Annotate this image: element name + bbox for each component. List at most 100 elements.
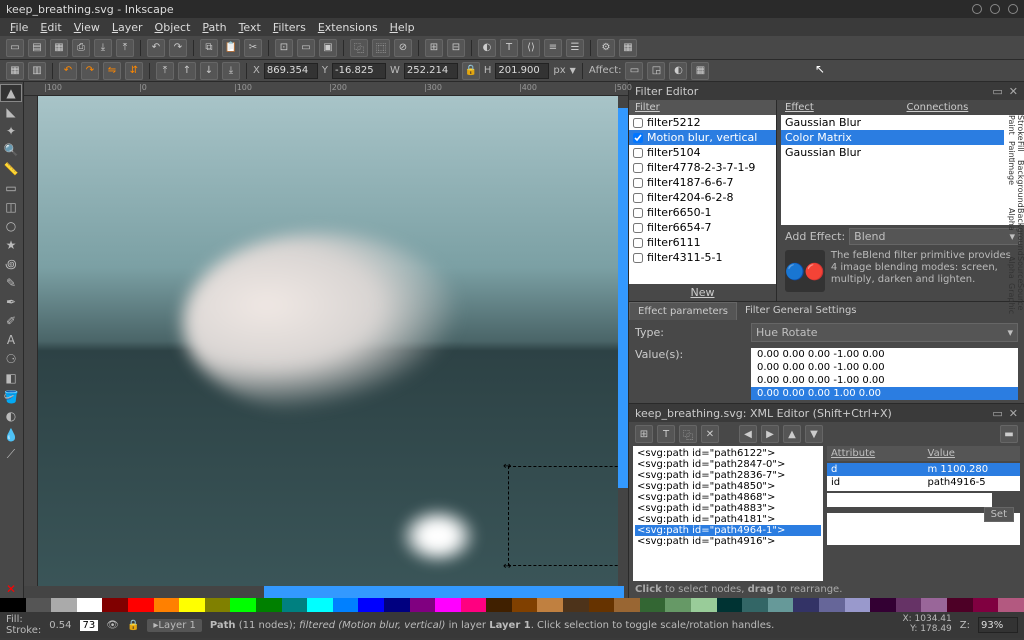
node-tool[interactable]: ◣ xyxy=(0,103,22,121)
lock-aspect-icon[interactable]: 🔒 xyxy=(462,62,480,80)
xml-indent-icon[interactable]: ▶ xyxy=(761,425,779,443)
raise-icon[interactable]: ↑ xyxy=(178,62,196,80)
box3d-tool[interactable]: ◫ xyxy=(0,198,22,216)
menu-text[interactable]: Text xyxy=(235,21,265,34)
color-palette[interactable] xyxy=(0,598,1024,612)
swatch[interactable] xyxy=(307,598,333,612)
measure-tool[interactable]: 📏 xyxy=(0,160,22,178)
group-icon[interactable]: ⊞ xyxy=(425,39,443,57)
xml-new-node-icon[interactable]: ⊞ xyxy=(635,425,653,443)
menu-path[interactable]: Path xyxy=(198,21,230,34)
raise-top-icon[interactable]: ⤒ xyxy=(156,62,174,80)
swatch[interactable] xyxy=(384,598,410,612)
rotate-ccw-icon[interactable]: ↶ xyxy=(59,62,77,80)
y-input[interactable] xyxy=(332,63,386,79)
new-file-icon[interactable]: ▭ xyxy=(6,39,24,57)
align-icon[interactable]: ≡ xyxy=(544,39,562,57)
swatch[interactable] xyxy=(77,598,103,612)
fill-tool[interactable]: 🪣 xyxy=(0,388,22,406)
affect-stroke-icon[interactable]: ▭ xyxy=(625,62,643,80)
swatch[interactable] xyxy=(410,598,436,612)
zoom-input[interactable] xyxy=(978,617,1018,633)
swatch[interactable] xyxy=(435,598,461,612)
swatch[interactable] xyxy=(896,598,922,612)
swatch[interactable] xyxy=(26,598,52,612)
export-icon[interactable]: ⤒ xyxy=(116,39,134,57)
pen-tool[interactable]: ✒ xyxy=(0,293,22,311)
cut-icon[interactable]: ✂ xyxy=(244,39,262,57)
rect-tool[interactable]: ▭ xyxy=(0,179,22,197)
copy-icon[interactable]: ⧉ xyxy=(200,39,218,57)
filter-item[interactable]: filter6111 xyxy=(629,235,776,250)
effect-list[interactable]: Gaussian BlurColor MatrixGaussian Blur S… xyxy=(781,115,1024,225)
xml-unindent-icon[interactable]: ◀ xyxy=(739,425,757,443)
set-button[interactable]: Set xyxy=(984,507,1014,522)
xml-new-text-icon[interactable]: T xyxy=(657,425,675,443)
duplicate-icon[interactable]: ⿻ xyxy=(350,39,368,57)
swatch[interactable] xyxy=(614,598,640,612)
xml-attr-delete-icon[interactable]: ▬ xyxy=(1000,425,1018,443)
menu-file[interactable]: File xyxy=(6,21,32,34)
h-input[interactable] xyxy=(495,63,549,79)
save-icon[interactable]: ▦ xyxy=(50,39,68,57)
eraser-tool[interactable]: ◧ xyxy=(0,369,22,387)
effect-item[interactable]: Gaussian Blur xyxy=(781,115,1004,130)
attr-list[interactable]: dm 1100.280idpath4916-5 xyxy=(827,463,1020,491)
rotate-cw-icon[interactable]: ↷ xyxy=(81,62,99,80)
swatch[interactable] xyxy=(768,598,794,612)
swatch[interactable] xyxy=(256,598,282,612)
vertical-scrollbar[interactable] xyxy=(618,96,628,586)
xml-min-icon[interactable]: ▭ xyxy=(992,407,1002,420)
swatch[interactable] xyxy=(589,598,615,612)
text-tool[interactable]: A xyxy=(0,331,22,349)
menu-help[interactable]: Help xyxy=(386,21,419,34)
horizontal-scrollbar[interactable] xyxy=(24,586,628,598)
connector-tool[interactable]: ⟋ xyxy=(0,445,22,463)
zoom-drawing-icon[interactable]: ▣ xyxy=(319,39,337,57)
filter-list[interactable]: filter5212Motion blur, verticalfilter510… xyxy=(629,115,776,284)
zoom-tool[interactable]: 🔍 xyxy=(0,141,22,159)
swatch[interactable] xyxy=(230,598,256,612)
xml-node[interactable]: <svg:path id="path6122"> xyxy=(635,448,821,459)
filter-item[interactable]: filter5212 xyxy=(629,115,776,130)
swatch[interactable] xyxy=(461,598,487,612)
zoom-fit-icon[interactable]: ⊡ xyxy=(275,39,293,57)
xml-up-icon[interactable]: ▲ xyxy=(783,425,801,443)
clone-icon[interactable]: ⿴ xyxy=(372,39,390,57)
w-input[interactable] xyxy=(404,63,458,79)
effect-item[interactable]: Color Matrix xyxy=(781,130,1004,145)
swatch[interactable] xyxy=(358,598,384,612)
swatch[interactable] xyxy=(717,598,743,612)
swatch[interactable] xyxy=(998,598,1024,612)
swatch[interactable] xyxy=(537,598,563,612)
xml-down-icon[interactable]: ▼ xyxy=(805,425,823,443)
lower-bottom-icon[interactable]: ⤓ xyxy=(222,62,240,80)
prefs-icon[interactable]: ⚙ xyxy=(597,39,615,57)
effect-item[interactable]: Gaussian Blur xyxy=(781,145,1004,160)
xml-node[interactable]: <svg:path id="path4868"> xyxy=(635,492,821,503)
calligraphy-tool[interactable]: ✐ xyxy=(0,312,22,330)
filter-item[interactable]: Motion blur, vertical xyxy=(629,130,776,145)
open-file-icon[interactable]: ▤ xyxy=(28,39,46,57)
swatch[interactable] xyxy=(128,598,154,612)
swatch[interactable] xyxy=(179,598,205,612)
swatch[interactable] xyxy=(793,598,819,612)
xml-tree[interactable]: <svg:path id="path6122"> <svg:path id="p… xyxy=(633,446,823,581)
xml-close-icon[interactable]: ✕ xyxy=(1009,407,1018,420)
swatch[interactable] xyxy=(282,598,308,612)
swatch[interactable] xyxy=(0,598,26,612)
effect-column-header[interactable]: Effect xyxy=(781,100,903,115)
attr-name-input[interactable] xyxy=(827,493,992,507)
panel-close-icon[interactable]: ✕ xyxy=(1009,85,1018,98)
close-button[interactable] xyxy=(1008,4,1018,14)
xml-delete-icon[interactable]: ✕ xyxy=(701,425,719,443)
xml-icon[interactable]: ⟨⟩ xyxy=(522,39,540,57)
docprops-icon[interactable]: ▦ xyxy=(619,39,637,57)
select-layer-icon[interactable]: ▥ xyxy=(28,62,46,80)
menu-filters[interactable]: Filters xyxy=(269,21,310,34)
swatch[interactable] xyxy=(845,598,871,612)
zoom-page-icon[interactable]: ▭ xyxy=(297,39,315,57)
swatch[interactable] xyxy=(154,598,180,612)
tab-filter-general[interactable]: Filter General Settings xyxy=(737,302,865,320)
print-icon[interactable]: ⎙ xyxy=(72,39,90,57)
